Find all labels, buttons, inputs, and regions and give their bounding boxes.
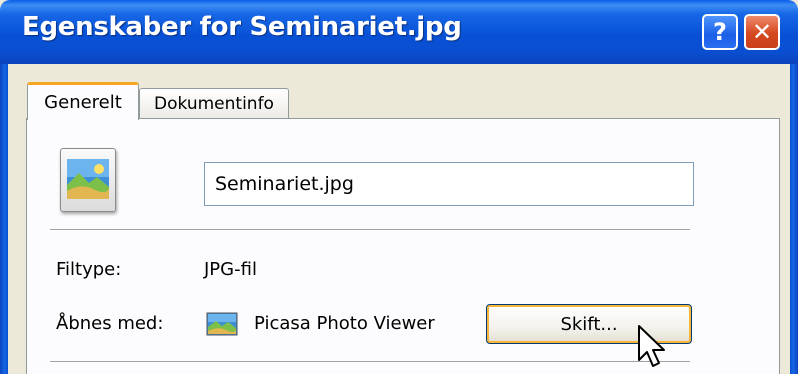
- filename-input[interactable]: [204, 162, 694, 206]
- filetype-label: Filtype:: [56, 259, 122, 280]
- window-title: Egenskaber for Seminariet.jpg: [22, 12, 462, 42]
- separator-bottom: [50, 361, 690, 363]
- mouse-pointer-icon: [638, 325, 665, 367]
- tab-generelt[interactable]: Generelt: [27, 82, 139, 120]
- landscape-picture-icon: [67, 159, 109, 199]
- close-button[interactable]: ✕: [744, 14, 780, 50]
- change-button-label: Skift...: [560, 313, 618, 335]
- tab-dokumentinfo[interactable]: Dokumentinfo: [139, 88, 289, 118]
- image-file-icon: [60, 148, 116, 212]
- window-border-left: [0, 64, 8, 374]
- opens-with-label: Åbnes med:: [56, 313, 164, 334]
- separator: [50, 229, 690, 231]
- question-mark-icon: ?: [713, 18, 727, 46]
- help-button[interactable]: ?: [702, 14, 738, 50]
- window-border-right: [790, 64, 798, 374]
- close-icon: ✕: [751, 18, 773, 46]
- properties-window: Egenskaber for Seminariet.jpg ? ✕ Genere…: [0, 0, 798, 374]
- picasa-app-icon: [206, 312, 238, 336]
- opens-with-app-name: Picasa Photo Viewer: [254, 313, 435, 334]
- title-bar[interactable]: Egenskaber for Seminariet.jpg ? ✕: [0, 0, 798, 64]
- filetype-value: JPG-fil: [204, 259, 257, 280]
